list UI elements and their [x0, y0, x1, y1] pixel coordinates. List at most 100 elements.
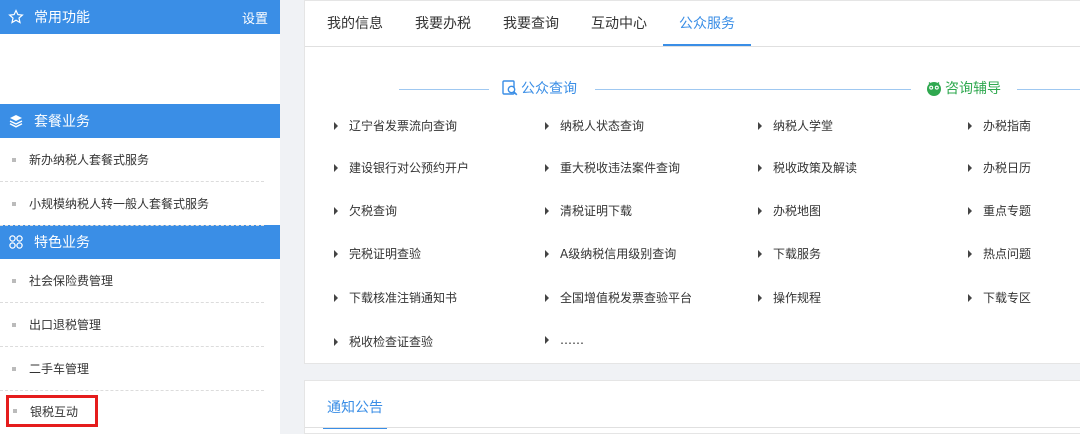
- bullet-icon: [12, 201, 16, 206]
- divider-line: [1017, 89, 1080, 90]
- link-tax-arrears-query[interactable]: 欠税查询: [334, 202, 397, 219]
- sidebar-item-new-taxpayer-package[interactable]: 新办纳税人套餐式服务: [0, 138, 264, 182]
- main-panel: 我的信息 我要办税 我要查询 互动中心 公众服务 公众查询 咨询辅导 辽宁省发票…: [304, 0, 1080, 364]
- triangle-right-icon: [968, 293, 972, 302]
- link-label: 纳税人学堂: [773, 119, 834, 133]
- triangle-right-icon: [334, 337, 338, 346]
- link-label: 重大税收违法案件查询: [560, 161, 681, 175]
- tab-my-info[interactable]: 我的信息: [311, 13, 399, 46]
- bullet-icon: [12, 366, 16, 371]
- sidebar-item-label: 出口退税管理: [29, 318, 102, 332]
- bullet-icon: [12, 322, 16, 327]
- triangle-right-icon: [545, 206, 549, 215]
- common-functions-header[interactable]: 常用功能 设置: [0, 0, 280, 34]
- link-download-zone[interactable]: 下载专区: [968, 289, 1031, 306]
- triangle-right-icon: [758, 206, 762, 215]
- divider-line: [399, 89, 489, 90]
- link-label: 热点问题: [983, 247, 1032, 261]
- link-operation-rules[interactable]: 操作规程: [758, 289, 821, 306]
- link-hot-issues[interactable]: 热点问题: [968, 245, 1031, 262]
- bullet-icon: [12, 278, 16, 283]
- settings-link[interactable]: 设置: [242, 8, 280, 27]
- divider-line: [595, 89, 911, 90]
- link-label: 全国增值税发票查验平台: [560, 291, 693, 305]
- triangle-right-icon: [968, 206, 972, 215]
- sidebar-item-small-to-general-package[interactable]: 小规模纳税人转一般人套餐式服务: [0, 182, 264, 226]
- common-functions-title: 常用功能: [34, 10, 90, 26]
- grid-icon: [6, 234, 26, 250]
- link-label: 完税证明查验: [349, 247, 422, 261]
- tab-interaction-center[interactable]: 互动中心: [575, 13, 663, 46]
- link-clearance-certificate-download[interactable]: 清税证明下载: [545, 202, 632, 219]
- triangle-right-icon: [758, 249, 762, 258]
- sidebar-item-export-rebate[interactable]: 出口退税管理: [0, 303, 264, 347]
- tab-public-service[interactable]: 公众服务: [663, 13, 751, 46]
- link-tax-certificate-verify[interactable]: 完税证明查验: [334, 245, 421, 262]
- tab-notice[interactable]: 通知公告: [323, 397, 387, 429]
- triangle-right-icon: [545, 249, 549, 258]
- search-doc-icon: [501, 79, 519, 97]
- star-icon: [6, 9, 26, 25]
- link-tax-map[interactable]: 办税地图: [758, 202, 821, 219]
- package-business-header[interactable]: 套餐业务: [0, 104, 280, 138]
- tab-bar: 我的信息 我要办税 我要查询 互动中心 公众服务: [305, 1, 1080, 47]
- sidebar-item-label: 社会保险费管理: [29, 274, 114, 288]
- consult-title-text: 咨询辅导: [945, 81, 1001, 97]
- link-label: 下载专区: [983, 291, 1032, 305]
- sidebar-item-label: 二手车管理: [29, 362, 90, 376]
- triangle-right-icon: [968, 249, 972, 258]
- owl-icon: [925, 79, 943, 97]
- link-inspection-certificate-verify[interactable]: 税收检查证查验: [334, 333, 433, 350]
- triangle-right-icon: [758, 293, 762, 302]
- link-label: 下载服务: [773, 247, 822, 261]
- triangle-right-icon: [334, 163, 338, 172]
- triangle-right-icon: [758, 121, 762, 130]
- link-invoice-flow-query[interactable]: 辽宁省发票流向查询: [334, 117, 457, 134]
- triangle-right-icon: [545, 121, 549, 130]
- triangle-right-icon: [968, 163, 972, 172]
- link-key-topics[interactable]: 重点专题: [968, 202, 1031, 219]
- link-vat-invoice-check-platform[interactable]: 全国增值税发票查验平台: [545, 289, 692, 306]
- link-label: 下载核准注销通知书: [349, 291, 458, 305]
- link-label: ……: [560, 333, 584, 347]
- triangle-right-icon: [334, 206, 338, 215]
- public-query-title-text: 公众查询: [521, 81, 577, 97]
- triangle-right-icon: [334, 249, 338, 258]
- link-tax-policy[interactable]: 税收政策及解读: [758, 159, 857, 176]
- link-label: 建设银行对公预约开户: [349, 161, 470, 175]
- sidebar-item-social-insurance[interactable]: 社会保险费管理: [0, 259, 264, 303]
- triangle-right-icon: [968, 121, 972, 130]
- sidebar-item-bank-tax-interaction[interactable]: 银税互动: [6, 395, 98, 427]
- link-tax-calendar[interactable]: 办税日历: [968, 159, 1031, 176]
- link-more[interactable]: ……: [545, 333, 584, 347]
- link-download-service[interactable]: 下载服务: [758, 245, 821, 262]
- link-label: 办税地图: [773, 204, 822, 218]
- link-taxpayer-status-query[interactable]: 纳税人状态查询: [545, 117, 644, 134]
- bullet-icon: [12, 157, 16, 162]
- package-business-title: 套餐业务: [34, 114, 90, 130]
- link-major-violation-query[interactable]: 重大税收违法案件查询: [545, 159, 680, 176]
- sidebar: 常用功能 设置 套餐业务 新办纳税人套餐式服务 小规模纳税人转一般人套餐式服务 …: [0, 0, 280, 434]
- link-taxpayer-school[interactable]: 纳税人学堂: [758, 117, 833, 134]
- sidebar-item-label: 小规模纳税人转一般人套餐式服务: [29, 197, 210, 211]
- link-label: 税收检查证查验: [349, 335, 434, 349]
- triangle-right-icon: [545, 336, 549, 344]
- link-ccb-account-booking[interactable]: 建设银行对公预约开户: [334, 159, 469, 176]
- sidebar-item-used-car[interactable]: 二手车管理: [0, 347, 264, 391]
- triangle-right-icon: [334, 293, 338, 302]
- link-a-credit-level-query[interactable]: A级纳税信用级别查询: [545, 245, 676, 262]
- notice-panel: 通知公告: [304, 380, 1080, 434]
- link-label: 辽宁省发票流向查询: [349, 119, 458, 133]
- link-label: 操作规程: [773, 291, 822, 305]
- link-label: 税收政策及解读: [773, 161, 858, 175]
- triangle-right-icon: [545, 293, 549, 302]
- link-label: A级纳税信用级别查询: [560, 247, 677, 261]
- tab-query[interactable]: 我要查询: [487, 13, 575, 46]
- special-business-header[interactable]: 特色业务: [0, 225, 280, 259]
- tab-tax-handling[interactable]: 我要办税: [399, 13, 487, 46]
- link-tax-guide[interactable]: 办税指南: [968, 117, 1031, 134]
- link-label: 清税证明下载: [560, 204, 633, 218]
- special-business-title: 特色业务: [34, 235, 90, 251]
- link-cancellation-notice-download[interactable]: 下载核准注销通知书: [334, 289, 457, 306]
- bullet-icon: [13, 409, 17, 413]
